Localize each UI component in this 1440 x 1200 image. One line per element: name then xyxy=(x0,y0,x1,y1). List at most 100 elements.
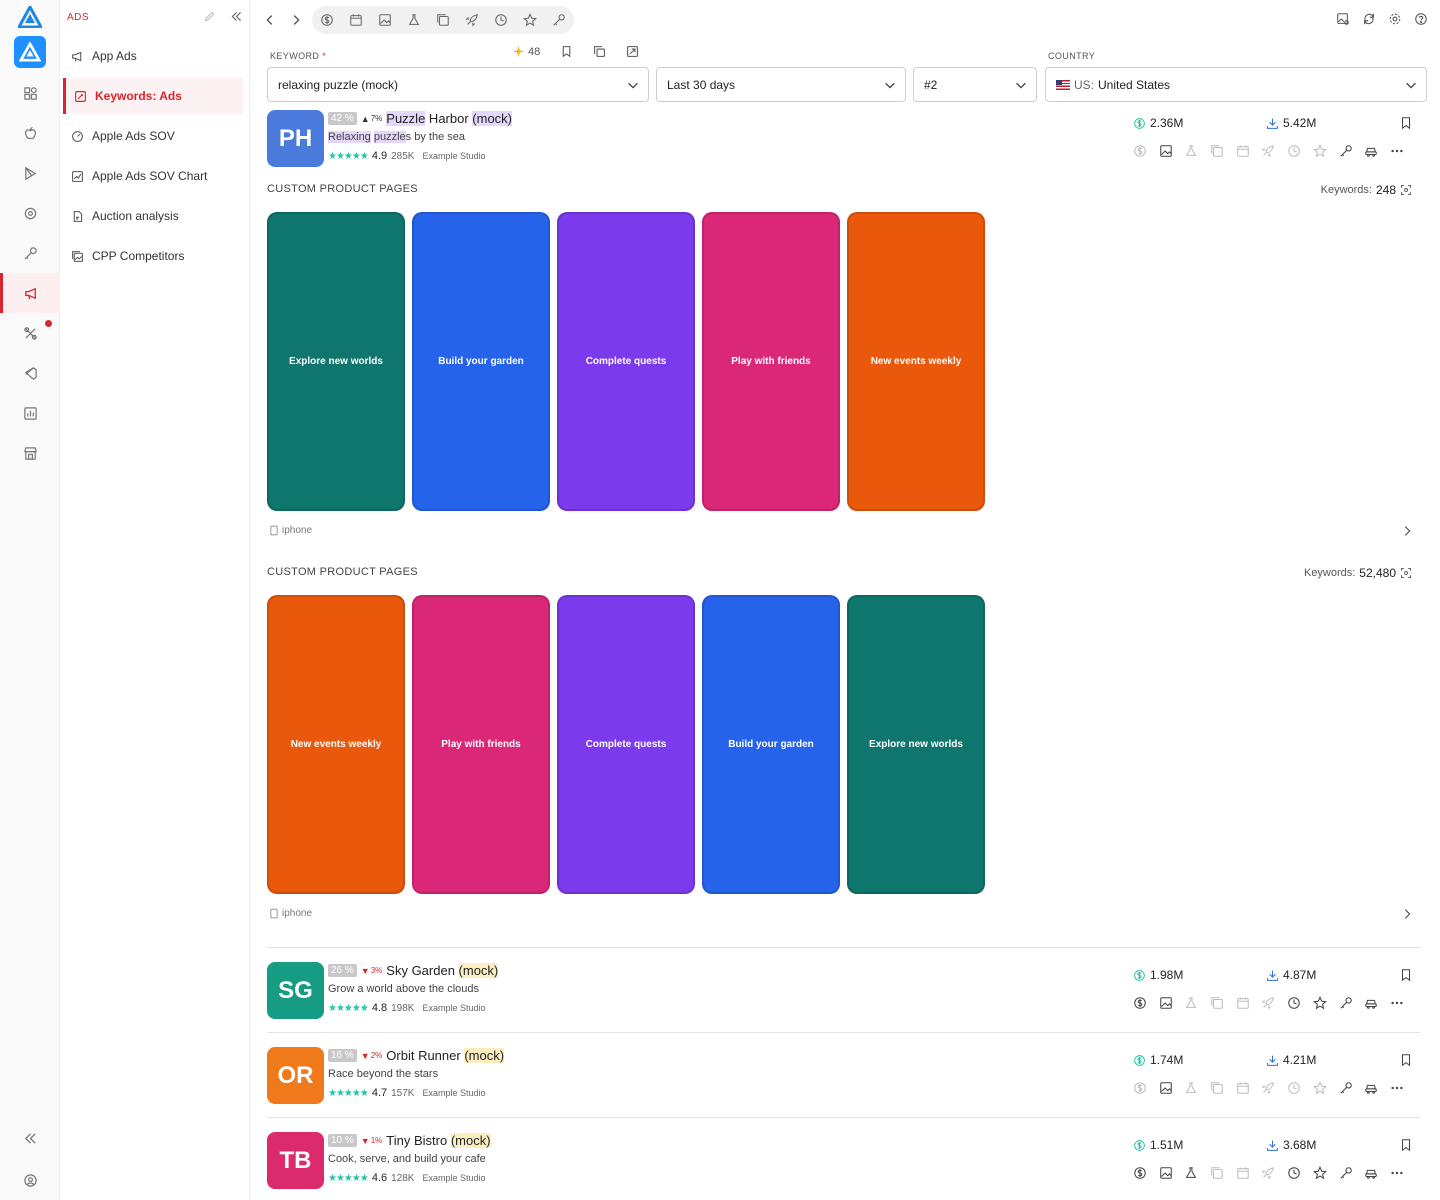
cpp-screenshot-card[interactable]: Complete quests xyxy=(557,595,695,894)
clock-icon[interactable] xyxy=(1287,1166,1301,1180)
gallery-icon[interactable] xyxy=(1210,1166,1224,1180)
calendar-icon[interactable] xyxy=(1236,1081,1250,1095)
brand-logo-icon[interactable] xyxy=(18,6,42,28)
flask-icon[interactable] xyxy=(1184,144,1198,158)
image-icon[interactable] xyxy=(1159,1166,1173,1180)
eye-icon[interactable] xyxy=(0,193,60,233)
app-icon[interactable]: OR xyxy=(267,1047,324,1104)
dollar-icon[interactable] xyxy=(1133,996,1147,1010)
app-title[interactable]: Tiny Bistro (mock) xyxy=(386,1133,491,1148)
back-button[interactable] xyxy=(260,10,280,30)
more-icon[interactable] xyxy=(1390,1166,1404,1180)
subnav-item-cpp-competitors[interactable]: CPP Competitors xyxy=(63,238,243,274)
calendar-icon[interactable] xyxy=(1236,144,1250,158)
subnav-item-apple-ads-sov-chart[interactable]: Apple Ads SOV Chart xyxy=(63,158,243,194)
car-icon[interactable] xyxy=(1364,144,1378,158)
flask-icon[interactable] xyxy=(1184,1166,1198,1180)
dollar-icon[interactable] xyxy=(320,13,334,27)
bookmark-icon[interactable] xyxy=(1399,1053,1413,1067)
star-icon[interactable] xyxy=(1312,144,1327,158)
star-icon[interactable] xyxy=(1312,1081,1327,1095)
star-icon[interactable] xyxy=(1312,1166,1327,1180)
app-row[interactable]: SG 26 % ▼ 3% Sky Garden (mock) Grow a world a… xyxy=(267,962,1420,1022)
app-title[interactable]: Orbit Runner (mock) xyxy=(386,1048,505,1063)
bookmark-icon[interactable] xyxy=(560,45,573,58)
external-edit-icon[interactable] xyxy=(626,45,639,58)
copy-icon[interactable] xyxy=(593,45,606,58)
bookmark-icon[interactable] xyxy=(1399,968,1413,982)
cpp-screenshot-card[interactable]: Explore new worlds xyxy=(847,595,985,894)
report-icon[interactable] xyxy=(0,393,60,433)
image-icon[interactable] xyxy=(378,13,392,27)
more-icon[interactable] xyxy=(1390,144,1404,158)
dashboard-icon[interactable] xyxy=(0,73,60,113)
gallery-icon[interactable] xyxy=(1210,996,1224,1010)
flask-icon[interactable] xyxy=(1184,1081,1198,1095)
gallery-icon[interactable] xyxy=(436,13,450,27)
country-select[interactable]: US: United States xyxy=(1045,67,1427,102)
developer-name[interactable]: Example Studio xyxy=(422,151,485,161)
app-icon[interactable]: SG xyxy=(267,962,324,1019)
image-search-icon[interactable] xyxy=(1336,12,1350,26)
key-icon[interactable] xyxy=(552,13,566,27)
cpp-screenshot-card[interactable]: Play with friends xyxy=(412,595,550,894)
calendar-icon[interactable] xyxy=(1236,1166,1250,1180)
rocket-icon[interactable] xyxy=(1261,996,1275,1010)
chevron-right-icon[interactable] xyxy=(1400,524,1414,538)
rocket-icon[interactable] xyxy=(1261,1081,1275,1095)
vscode-icon[interactable] xyxy=(0,353,60,393)
app-row[interactable]: PH 42 % ▲ 7% Puzzle Harbor (mock) Relaxing pu… xyxy=(267,110,1420,170)
more-icon[interactable] xyxy=(1390,996,1404,1010)
cpp-screenshot-card[interactable]: Complete quests xyxy=(557,212,695,511)
app-switcher-icon[interactable] xyxy=(14,36,46,68)
car-icon[interactable] xyxy=(1364,996,1378,1010)
more-icon[interactable] xyxy=(1390,1081,1404,1095)
gallery-icon[interactable] xyxy=(1210,144,1224,158)
cpp-screenshot-card[interactable]: Build your garden xyxy=(412,212,550,511)
image-icon[interactable] xyxy=(1159,144,1173,158)
image-icon[interactable] xyxy=(1159,1081,1173,1095)
gallery-icon[interactable] xyxy=(1210,1081,1224,1095)
app-row[interactable]: TB 10 % ▼ 1% Tiny Bistro (mock) Cook, serve, … xyxy=(267,1132,1420,1192)
chevron-right-icon[interactable] xyxy=(1400,907,1414,921)
star-icon[interactable] xyxy=(523,13,537,27)
store-icon[interactable] xyxy=(0,433,60,473)
app-row[interactable]: OR 16 % ▼ 2% Orbit Runner (mock) Race beyond … xyxy=(267,1047,1420,1107)
image-icon[interactable] xyxy=(1159,996,1173,1010)
rocket-icon[interactable] xyxy=(1261,144,1275,158)
dollar-icon[interactable] xyxy=(1133,1081,1147,1095)
app-icon[interactable]: PH xyxy=(267,110,324,167)
apple-icon[interactable] xyxy=(0,113,60,153)
star-icon[interactable] xyxy=(1312,996,1327,1010)
developer-name[interactable]: Example Studio xyxy=(422,1088,485,1098)
subnav-item-auction-analysis[interactable]: Auction analysis xyxy=(63,198,243,234)
tools-icon[interactable] xyxy=(0,313,60,353)
app-icon[interactable]: TB xyxy=(267,1132,324,1189)
key-icon[interactable] xyxy=(1339,1166,1353,1180)
developer-name[interactable]: Example Studio xyxy=(422,1003,485,1013)
keyword-count[interactable]: 48 xyxy=(512,45,540,58)
collapse-nav-icon[interactable] xyxy=(230,10,243,23)
account-icon[interactable] xyxy=(0,1160,60,1200)
key-icon[interactable] xyxy=(0,233,60,273)
clock-icon[interactable] xyxy=(1287,1081,1301,1095)
megaphone-icon[interactable] xyxy=(0,273,60,313)
clock-icon[interactable] xyxy=(1287,996,1301,1010)
dollar-icon[interactable] xyxy=(1133,1166,1147,1180)
key-icon[interactable] xyxy=(1339,1081,1353,1095)
clock-icon[interactable] xyxy=(1287,144,1301,158)
focus-icon[interactable] xyxy=(1400,184,1412,196)
calendar-icon[interactable] xyxy=(1236,996,1250,1010)
refresh-icon[interactable] xyxy=(1362,12,1376,26)
help-icon[interactable] xyxy=(1414,12,1428,26)
car-icon[interactable] xyxy=(1364,1166,1378,1180)
play-store-icon[interactable] xyxy=(0,153,60,193)
settings-icon[interactable] xyxy=(1388,12,1402,26)
developer-name[interactable]: Example Studio xyxy=(422,1173,485,1183)
flask-icon[interactable] xyxy=(1184,996,1198,1010)
app-title[interactable]: Sky Garden (mock) xyxy=(386,963,499,978)
subnav-item-apple-ads-sov[interactable]: Apple Ads SOV xyxy=(63,118,243,154)
car-icon[interactable] xyxy=(1364,1081,1378,1095)
focus-icon[interactable] xyxy=(1400,567,1412,579)
cpp-screenshot-card[interactable]: Build your garden xyxy=(702,595,840,894)
